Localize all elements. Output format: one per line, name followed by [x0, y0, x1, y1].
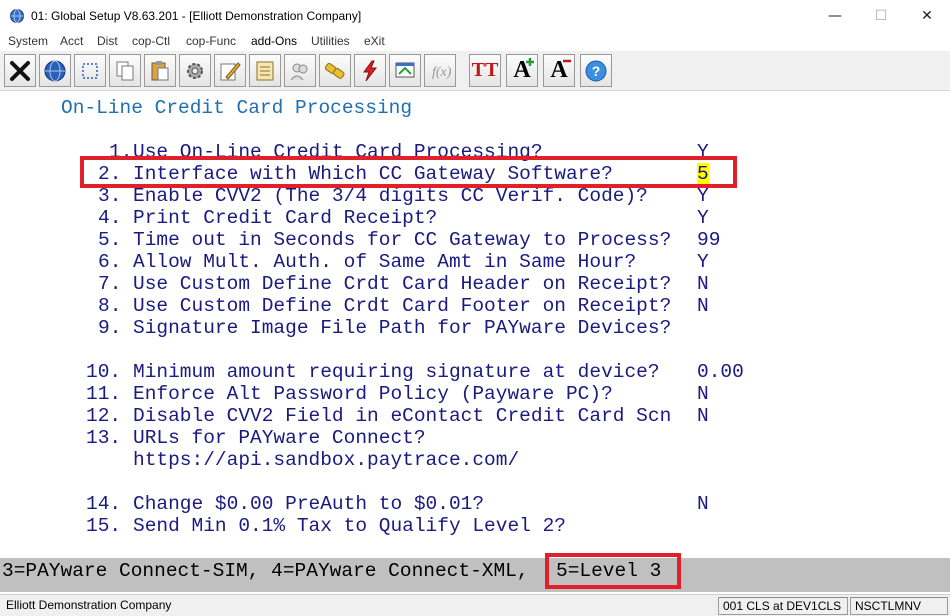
item-number: 8. — [98, 295, 122, 317]
paywire-url[interactable]: https://api.sandbox.paytrace.com/ — [133, 449, 519, 471]
font-increase-icon[interactable]: A — [506, 54, 538, 87]
notes-icon[interactable] — [249, 54, 281, 87]
people-icon[interactable] — [284, 54, 316, 87]
gear-icon[interactable] — [179, 54, 211, 87]
select-icon[interactable] — [74, 54, 106, 87]
item-value[interactable]: N — [697, 295, 709, 317]
item-label: Use Custom Define Crdt Card Header on Re… — [133, 273, 672, 295]
app-globe-icon — [10, 9, 24, 23]
item-value[interactable]: Y — [697, 185, 709, 207]
help-icon[interactable]: ? — [580, 54, 612, 87]
toolbar: f(x) TT A A ? — [0, 51, 950, 91]
item-label: URLs for PAYware Connect? — [133, 427, 426, 449]
highlight-box — [545, 553, 681, 589]
menu-system[interactable]: System — [8, 34, 48, 48]
help-options: 3=PAYware Connect-SIM, 4=PAYware Connect… — [2, 560, 541, 582]
minimize-button[interactable]: — — [812, 0, 858, 32]
menu-bar: System Acct Dist cop-Ctl cop-Func add-On… — [0, 32, 950, 51]
item-number: 13. — [86, 427, 122, 449]
menu-dist[interactable]: Dist — [97, 34, 118, 48]
status-station: 001 CLS at DEV1CLS — [718, 597, 848, 615]
item-value[interactable]: 99 — [697, 229, 720, 251]
menu-add-ons[interactable]: add-Ons — [251, 34, 297, 48]
item-label: Change $0.00 PreAuth to $0.01? — [133, 493, 485, 515]
lightning-icon[interactable] — [354, 54, 386, 87]
item-label: Enforce Alt Password Policy (Payware PC)… — [133, 383, 613, 405]
terminal-screen: On-Line Credit Card Processing 1. Use On… — [0, 91, 950, 557]
close-window-button[interactable]: ✕ — [904, 0, 950, 32]
item-label: Print Credit Card Receipt? — [133, 207, 438, 229]
status-bar: Elliott Demonstration Company 001 CLS at… — [0, 594, 950, 616]
item-label: Enable CVV2 (The 3/4 digits CC Verif. Co… — [133, 185, 648, 207]
close-x-icon[interactable] — [4, 54, 36, 87]
menu-utilities[interactable]: Utilities — [311, 34, 350, 48]
item-number: 15. — [86, 515, 122, 537]
copy-icon[interactable] — [109, 54, 141, 87]
menu-cop-ctl[interactable]: cop-Ctl — [132, 34, 170, 48]
item-label: Send Min 0.1% Tax to Qualify Level 2? — [133, 515, 566, 537]
menu-cop-func[interactable]: cop-Func — [186, 34, 236, 48]
item-number: 11. — [86, 383, 122, 405]
item-value[interactable]: 0.00 — [697, 361, 744, 383]
font-tt-icon[interactable]: TT — [469, 54, 501, 87]
item-number: 3. — [98, 185, 122, 207]
function-icon[interactable]: f(x) — [424, 54, 456, 87]
item-label: Signature Image File Path for PAYware De… — [133, 317, 672, 339]
screen-icon[interactable] — [389, 54, 421, 87]
item-label: Minimum amount requiring signature at de… — [133, 361, 660, 383]
status-program: NSCTLMNV — [850, 597, 948, 615]
item-value[interactable]: Y — [697, 251, 709, 273]
maximize-button[interactable]: ☐ — [858, 0, 904, 32]
help-line: 3=PAYware Connect-SIM, 4=PAYware Connect… — [0, 553, 950, 592]
item-number: 9. — [98, 317, 122, 339]
item-value[interactable]: Y — [697, 207, 709, 229]
window-title: 01: Global Setup V8.63.201 - [Elliott De… — [31, 9, 362, 23]
item-label: Disable CVV2 Field in eContact Credit Ca… — [133, 405, 672, 427]
title-bar: 01: Global Setup V8.63.201 - [Elliott De… — [0, 0, 950, 32]
paste-icon[interactable] — [144, 54, 176, 87]
svg-text:?: ? — [592, 63, 601, 79]
highlight-box — [80, 156, 737, 188]
item-label: Time out in Seconds for CC Gateway to Pr… — [133, 229, 672, 251]
item-value[interactable]: N — [697, 493, 709, 515]
status-company: Elliott Demonstration Company — [6, 598, 172, 612]
item-label: Use Custom Define Crdt Card Footer on Re… — [133, 295, 672, 317]
item-value[interactable]: N — [697, 273, 709, 295]
menu-acct[interactable]: Acct — [60, 34, 83, 48]
item-number: 7. — [98, 273, 122, 295]
item-number: 4. — [98, 207, 122, 229]
item-number: 5. — [98, 229, 122, 251]
font-decrease-icon[interactable]: A — [543, 54, 575, 87]
globe-icon[interactable] — [39, 54, 71, 87]
svg-text:f(x): f(x) — [432, 65, 452, 80]
item-number: 12. — [86, 405, 122, 427]
menu-exit[interactable]: eXit — [364, 34, 385, 48]
item-number: 6. — [98, 251, 122, 273]
item-label: Allow Mult. Auth. of Same Amt in Same Ho… — [133, 251, 637, 273]
item-value[interactable]: N — [697, 383, 709, 405]
link-icon[interactable] — [319, 54, 351, 87]
item-number: 10. — [86, 361, 122, 383]
edit-icon[interactable] — [214, 54, 246, 87]
screen-heading: On-Line Credit Card Processing — [61, 97, 413, 119]
item-number: 14. — [86, 493, 122, 515]
item-value[interactable]: N — [697, 405, 709, 427]
